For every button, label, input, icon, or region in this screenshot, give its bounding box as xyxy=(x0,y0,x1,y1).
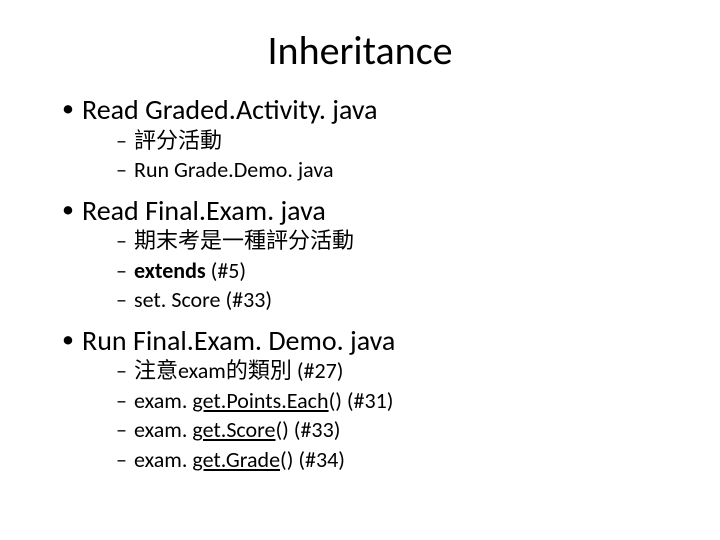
sub-item: exam. get.Score() (#33) xyxy=(116,416,680,446)
sub-text: () (#34) xyxy=(280,446,345,473)
sub-text: (#5) xyxy=(206,257,246,284)
bullet-text: Read Graded.Activity. java xyxy=(82,92,378,127)
sub-item: 注意exam的類別 (#27) xyxy=(116,357,680,387)
sub-item: set. Score (#33) xyxy=(116,286,680,316)
sub-text: () (#31) xyxy=(329,387,394,414)
sub-text: set. Score (#33) xyxy=(134,286,272,313)
sub-item: 評分活動 xyxy=(116,127,680,157)
sub-text: 期末考是一種評分活動 xyxy=(134,227,354,254)
bullet-item: Read Graded.Activity. java 評分活動 Run Grad… xyxy=(62,93,680,194)
sub-list: 評分活動 Run Grade.Demo. java xyxy=(82,127,680,186)
sub-text: Run Grade.Demo. java xyxy=(134,156,334,183)
sub-text: exam. xyxy=(134,387,192,414)
bullet-item: Run Final.Exam. Demo. java 注意exam的類別 (#2… xyxy=(62,324,680,484)
sub-text: 評分活動 xyxy=(134,127,222,154)
slide: Inheritance Read Graded.Activity. java 評… xyxy=(0,0,720,540)
sub-item: extends (#5) xyxy=(116,257,680,287)
sub-text: exam. xyxy=(134,416,192,443)
sub-text-bold: extends xyxy=(134,257,206,284)
sub-text: () (#33) xyxy=(275,416,340,443)
sub-text: 注意exam的類別 (#27) xyxy=(134,357,343,384)
sub-list: 注意exam的類別 (#27) exam. get.Points.Each() … xyxy=(82,357,680,475)
slide-title: Inheritance xyxy=(40,26,680,75)
bullet-item: Read Final.Exam. java 期末考是一種評分活動 extends… xyxy=(62,194,680,324)
bullet-text: Read Final.Exam. java xyxy=(82,193,326,228)
sub-item: exam. get.Points.Each() (#31) xyxy=(116,387,680,417)
sub-text-under: get.Score xyxy=(192,416,275,443)
sub-text-under: get.Grade xyxy=(192,446,280,473)
sub-text-under: get.Points.Each xyxy=(192,387,328,414)
sub-list: 期末考是一種評分活動 extends (#5) set. Score (#33) xyxy=(82,227,680,316)
sub-item: Run Grade.Demo. java xyxy=(116,156,680,186)
bullet-list: Read Graded.Activity. java 評分活動 Run Grad… xyxy=(40,93,680,483)
sub-text: exam. xyxy=(134,446,192,473)
bullet-text: Run Final.Exam. Demo. java xyxy=(82,323,395,358)
sub-item: 期末考是一種評分活動 xyxy=(116,227,680,257)
sub-item: exam. get.Grade() (#34) xyxy=(116,446,680,476)
